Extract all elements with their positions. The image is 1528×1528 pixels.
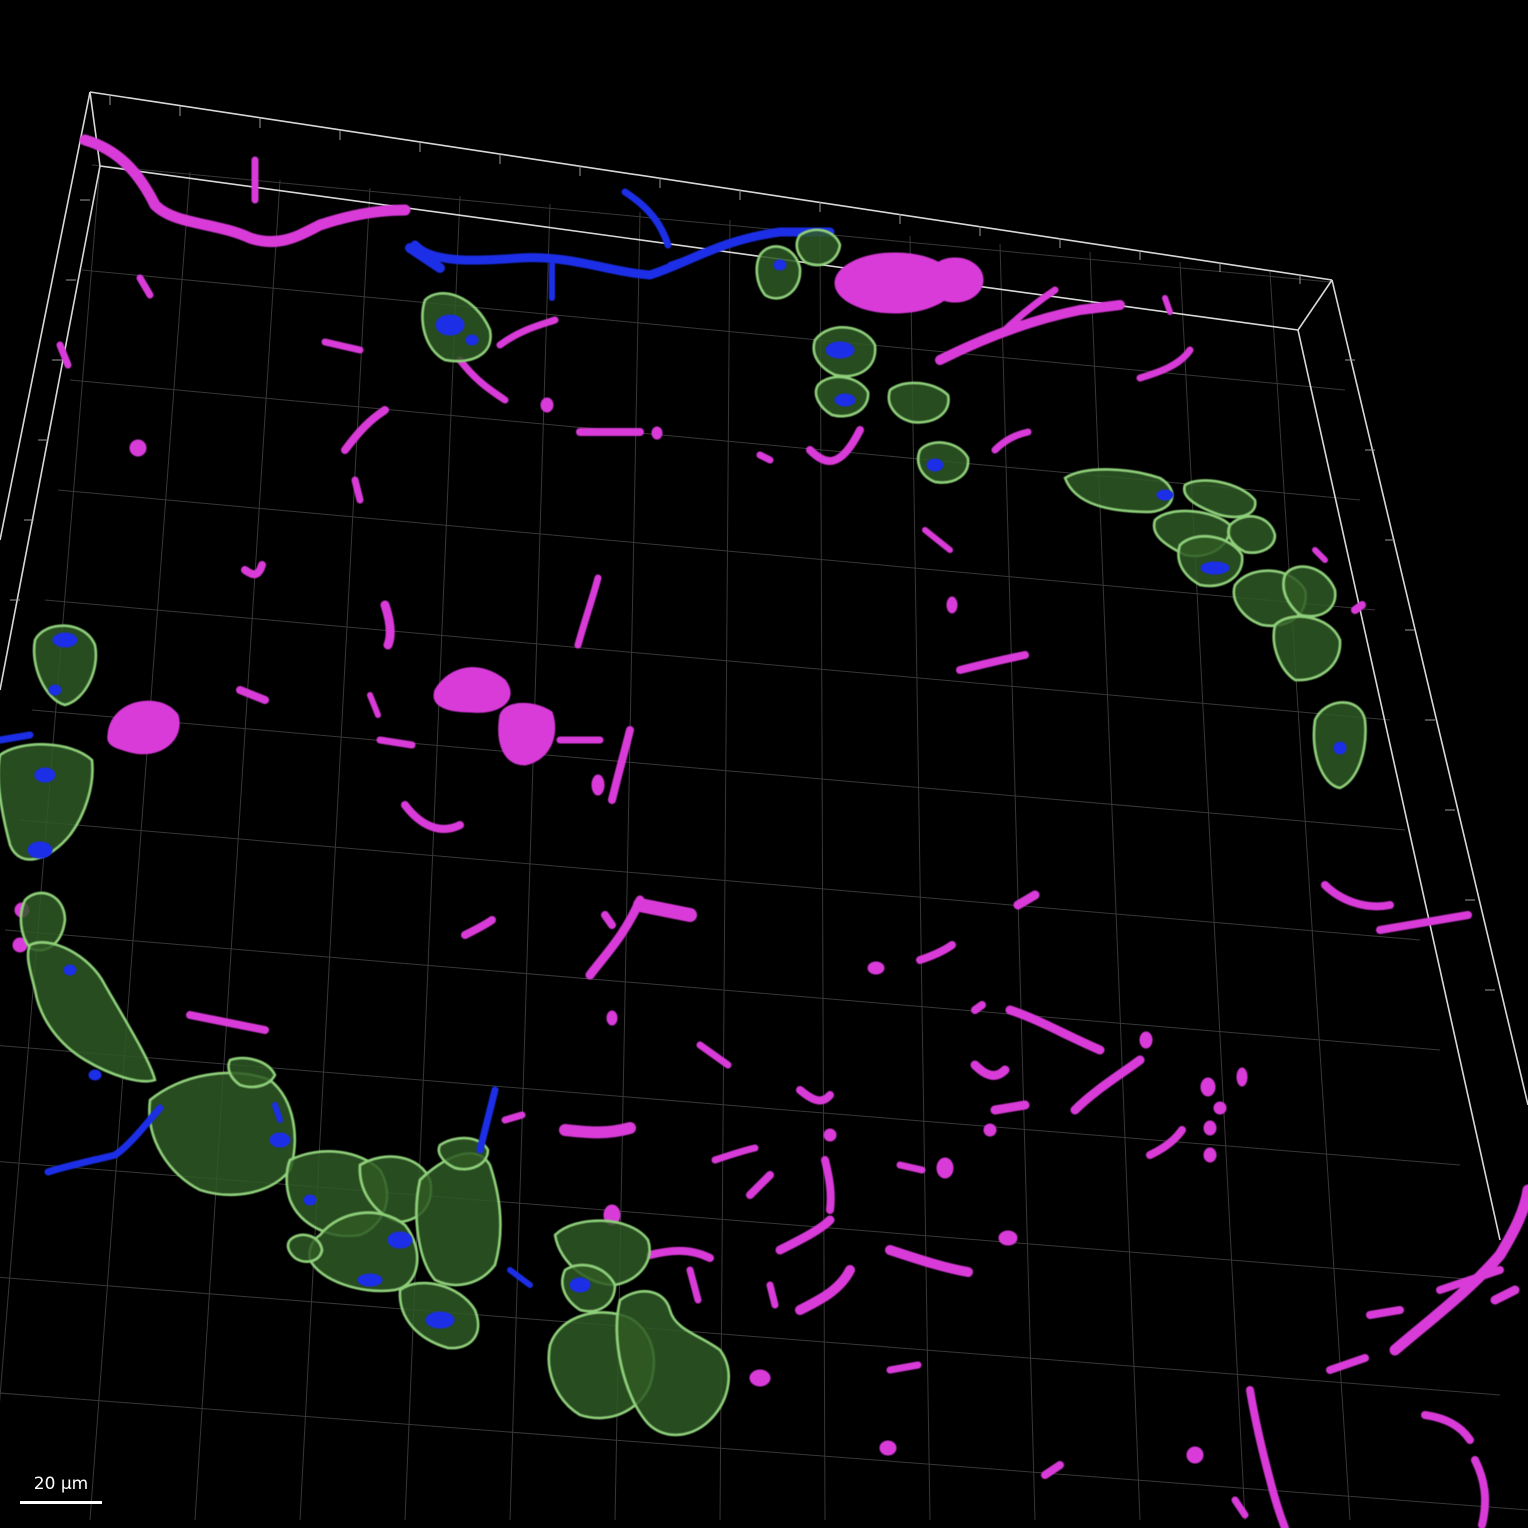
scale-bar: 20 µm	[18, 1474, 104, 1508]
scale-bar-label: 20 µm	[33, 1474, 89, 1494]
magenta-structures	[12, 134, 1528, 1528]
scale-bar-line	[20, 1501, 102, 1504]
3d-render-viewport[interactable]: 20 µm	[0, 0, 1528, 1528]
floor-grid	[0, 164, 1528, 1521]
volume-scene[interactable]	[0, 0, 1528, 1528]
